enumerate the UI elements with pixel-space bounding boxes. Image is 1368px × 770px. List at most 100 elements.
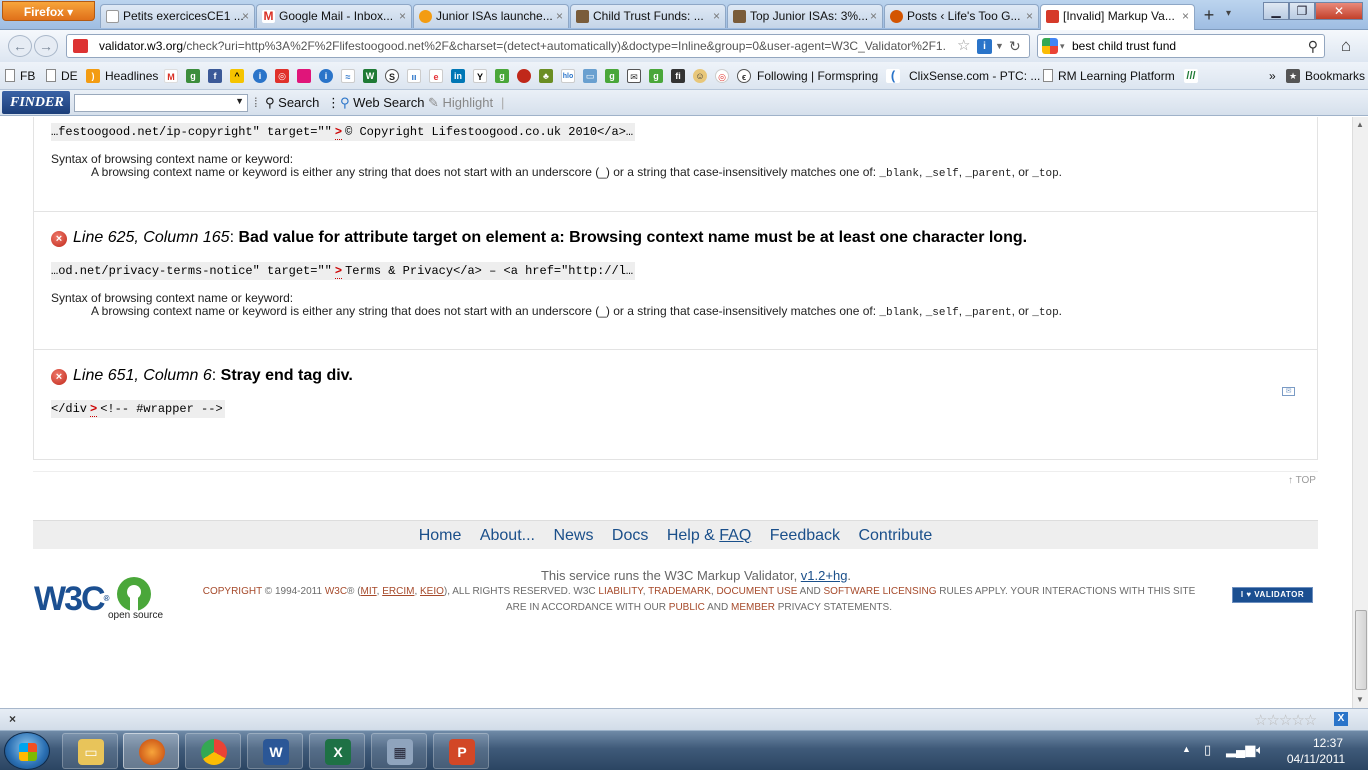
site-icon[interactable]: g	[186, 69, 200, 83]
url-bar[interactable]: validator.w3.org/check?uri=http%3A%2F%2F…	[66, 34, 1030, 58]
public-link[interactable]: public	[669, 602, 705, 613]
tab-invalid-markup-validator[interactable]: [Invalid] Markup Va... ×	[1040, 4, 1195, 30]
w3c-logo[interactable]: W3C®	[34, 582, 109, 616]
close-icon[interactable]: ×	[556, 5, 563, 27]
start-button[interactable]	[4, 732, 50, 770]
home-icon[interactable]: ⌂	[1333, 35, 1359, 57]
bookmarks-menu[interactable]: Bookmarks	[1305, 68, 1365, 84]
close-icon[interactable]: ×	[242, 5, 249, 27]
taskbar-explorer[interactable]: ▭	[62, 733, 118, 769]
site-icon[interactable]: ıı	[407, 69, 421, 83]
footer-link-news[interactable]: News	[553, 527, 593, 544]
taskbar-chrome[interactable]	[185, 733, 241, 769]
mail-feedback-icon[interactable]: ✉	[1282, 387, 1295, 396]
site-icon[interactable]: Y	[473, 69, 487, 83]
site-icon[interactable]: ♣	[539, 69, 553, 83]
footer-link-docs[interactable]: Docs	[612, 527, 648, 544]
finder-web-search-button[interactable]: ⚲ Web Search	[340, 95, 424, 111]
chevron-down-icon[interactable]: ▼	[235, 96, 244, 106]
close-icon[interactable]: ×	[870, 5, 877, 27]
site-icon[interactable]: hlo	[561, 69, 575, 83]
site-icon[interactable]: i	[319, 69, 333, 83]
liability-link[interactable]: liability	[598, 586, 642, 597]
search-bar[interactable]: ▾ best child trust fund ⚲	[1037, 34, 1325, 58]
ebay-icon[interactable]: e	[429, 69, 443, 83]
bookmarks-overflow-chevron[interactable]: »	[1269, 68, 1276, 84]
history-dropdown-icon[interactable]: ▼	[995, 35, 1004, 57]
add-on-icon[interactable]: X	[1334, 712, 1348, 726]
taskbar-excel[interactable]: X	[309, 733, 365, 769]
search-input-value[interactable]: best child trust fund	[1072, 35, 1176, 57]
clock-time[interactable]: 12:37	[1293, 736, 1363, 750]
bookmark-clixsense[interactable]: ClixSense.com - PTC: ...	[909, 68, 1040, 84]
info-icon[interactable]: i	[977, 39, 992, 54]
tab-petits-exercices[interactable]: Petits exercicesCE1 ... ×	[100, 4, 255, 28]
bookmark-fb[interactable]: FB	[5, 68, 35, 84]
site-icon[interactable]: g	[605, 69, 619, 83]
member-link[interactable]: Member	[731, 602, 775, 613]
close-icon[interactable]: ×	[399, 5, 406, 27]
site-icon[interactable]: g	[495, 69, 509, 83]
site-icon[interactable]: i	[253, 69, 267, 83]
taskbar-powerpoint[interactable]: P	[433, 733, 489, 769]
reload-icon[interactable]: ↻	[1009, 35, 1021, 57]
close-icon[interactable]: ×	[713, 5, 720, 27]
back-button[interactable]: ←	[8, 35, 32, 57]
document-use-link[interactable]: document use	[716, 586, 797, 597]
keio-link[interactable]: KEIO	[420, 586, 444, 597]
tab-list-icon[interactable]: ▾	[1226, 8, 1231, 19]
show-hidden-icons-icon[interactable]: ▲	[1182, 744, 1191, 754]
scroll-down-arrow-icon[interactable]: ▼	[1356, 695, 1364, 704]
chevron-down-icon[interactable]: ▾	[1060, 35, 1065, 57]
site-icon[interactable]: ◎	[715, 69, 729, 83]
finder-search-button[interactable]: ⚲ Search	[265, 95, 319, 111]
validator-donation-badge[interactable]: I ♥ VALIDATOR	[1232, 587, 1313, 603]
formspring-icon[interactable]: ϵ	[737, 69, 751, 83]
scrollbar-thumb[interactable]	[1355, 610, 1367, 690]
tab-junior-isas[interactable]: Junior ISAs launche... ×	[413, 4, 569, 28]
forward-button[interactable]: →	[34, 35, 58, 57]
clock-date[interactable]: 04/11/2011	[1281, 752, 1351, 766]
tab-google-mail[interactable]: M Google Mail - Inbox... ×	[256, 4, 412, 28]
gmail-icon[interactable]: M	[164, 69, 178, 83]
device-icon[interactable]: ▯	[1204, 742, 1211, 758]
copyright-link[interactable]: Copyright	[203, 586, 262, 597]
site-icon[interactable]: ///	[1184, 69, 1198, 83]
close-icon[interactable]: ×	[1026, 5, 1033, 27]
site-icon[interactable]: S	[385, 69, 399, 83]
vertical-scrollbar[interactable]: ▲ ▼	[1352, 117, 1368, 708]
finder-logo[interactable]: FINDER	[2, 91, 70, 114]
finder-highlight-button[interactable]: ✎ Highlight	[428, 95, 493, 111]
url-text[interactable]: validator.w3.org/check?uri=http%3A%2F%2F…	[99, 35, 954, 57]
footer-link-help-faq[interactable]: Help & FAQ	[667, 527, 751, 544]
tab-top-junior-isas[interactable]: Top Junior ISAs: 3%... ×	[727, 4, 883, 28]
site-icon[interactable]: ≈	[341, 69, 355, 83]
network-icon[interactable]: ▂▄▆	[1226, 742, 1255, 758]
close-icon[interactable]: ×	[1182, 5, 1189, 27]
mit-link[interactable]: MIT	[361, 586, 377, 597]
site-icon[interactable]: ☺	[693, 69, 707, 83]
open-source-logo[interactable]: open source	[108, 577, 163, 621]
back-to-top-link[interactable]: ↑ TOP	[1288, 475, 1316, 486]
tab-posts-lifes-too-good[interactable]: Posts ‹ Life's Too G... ×	[884, 4, 1039, 28]
scroll-up-arrow-icon[interactable]: ▲	[1356, 120, 1364, 129]
clixsense-icon[interactable]: (	[886, 69, 900, 83]
bookmark-rm-learning[interactable]: RM Learning Platform	[1043, 68, 1175, 84]
bookmark-formspring[interactable]: Following | Formspring	[757, 68, 878, 84]
footer-link-about[interactable]: About...	[480, 527, 535, 544]
volume-icon[interactable]: 🔈︎	[1256, 742, 1264, 758]
w3c-link[interactable]: W3C	[325, 586, 347, 597]
site-icon[interactable]: ^	[230, 69, 244, 83]
facebook-icon[interactable]: f	[208, 69, 222, 83]
bookmark-headlines[interactable]: Headlines	[105, 68, 158, 84]
taskbar-word[interactable]: W	[247, 733, 303, 769]
drag-handle-icon[interactable]: ⁞	[254, 95, 258, 110]
google-icon[interactable]	[1042, 38, 1058, 54]
site-icon[interactable]: fi	[671, 69, 685, 83]
ercim-link[interactable]: ERCIM	[382, 586, 414, 597]
validator-version-link[interactable]: v1.2+hg	[801, 568, 848, 583]
trademark-link[interactable]: trademark	[648, 586, 711, 597]
mail-icon[interactable]: ✉	[627, 69, 641, 83]
tab-child-trust-funds[interactable]: Child Trust Funds: ... ×	[570, 4, 726, 28]
footer-link-feedback[interactable]: Feedback	[770, 527, 840, 544]
